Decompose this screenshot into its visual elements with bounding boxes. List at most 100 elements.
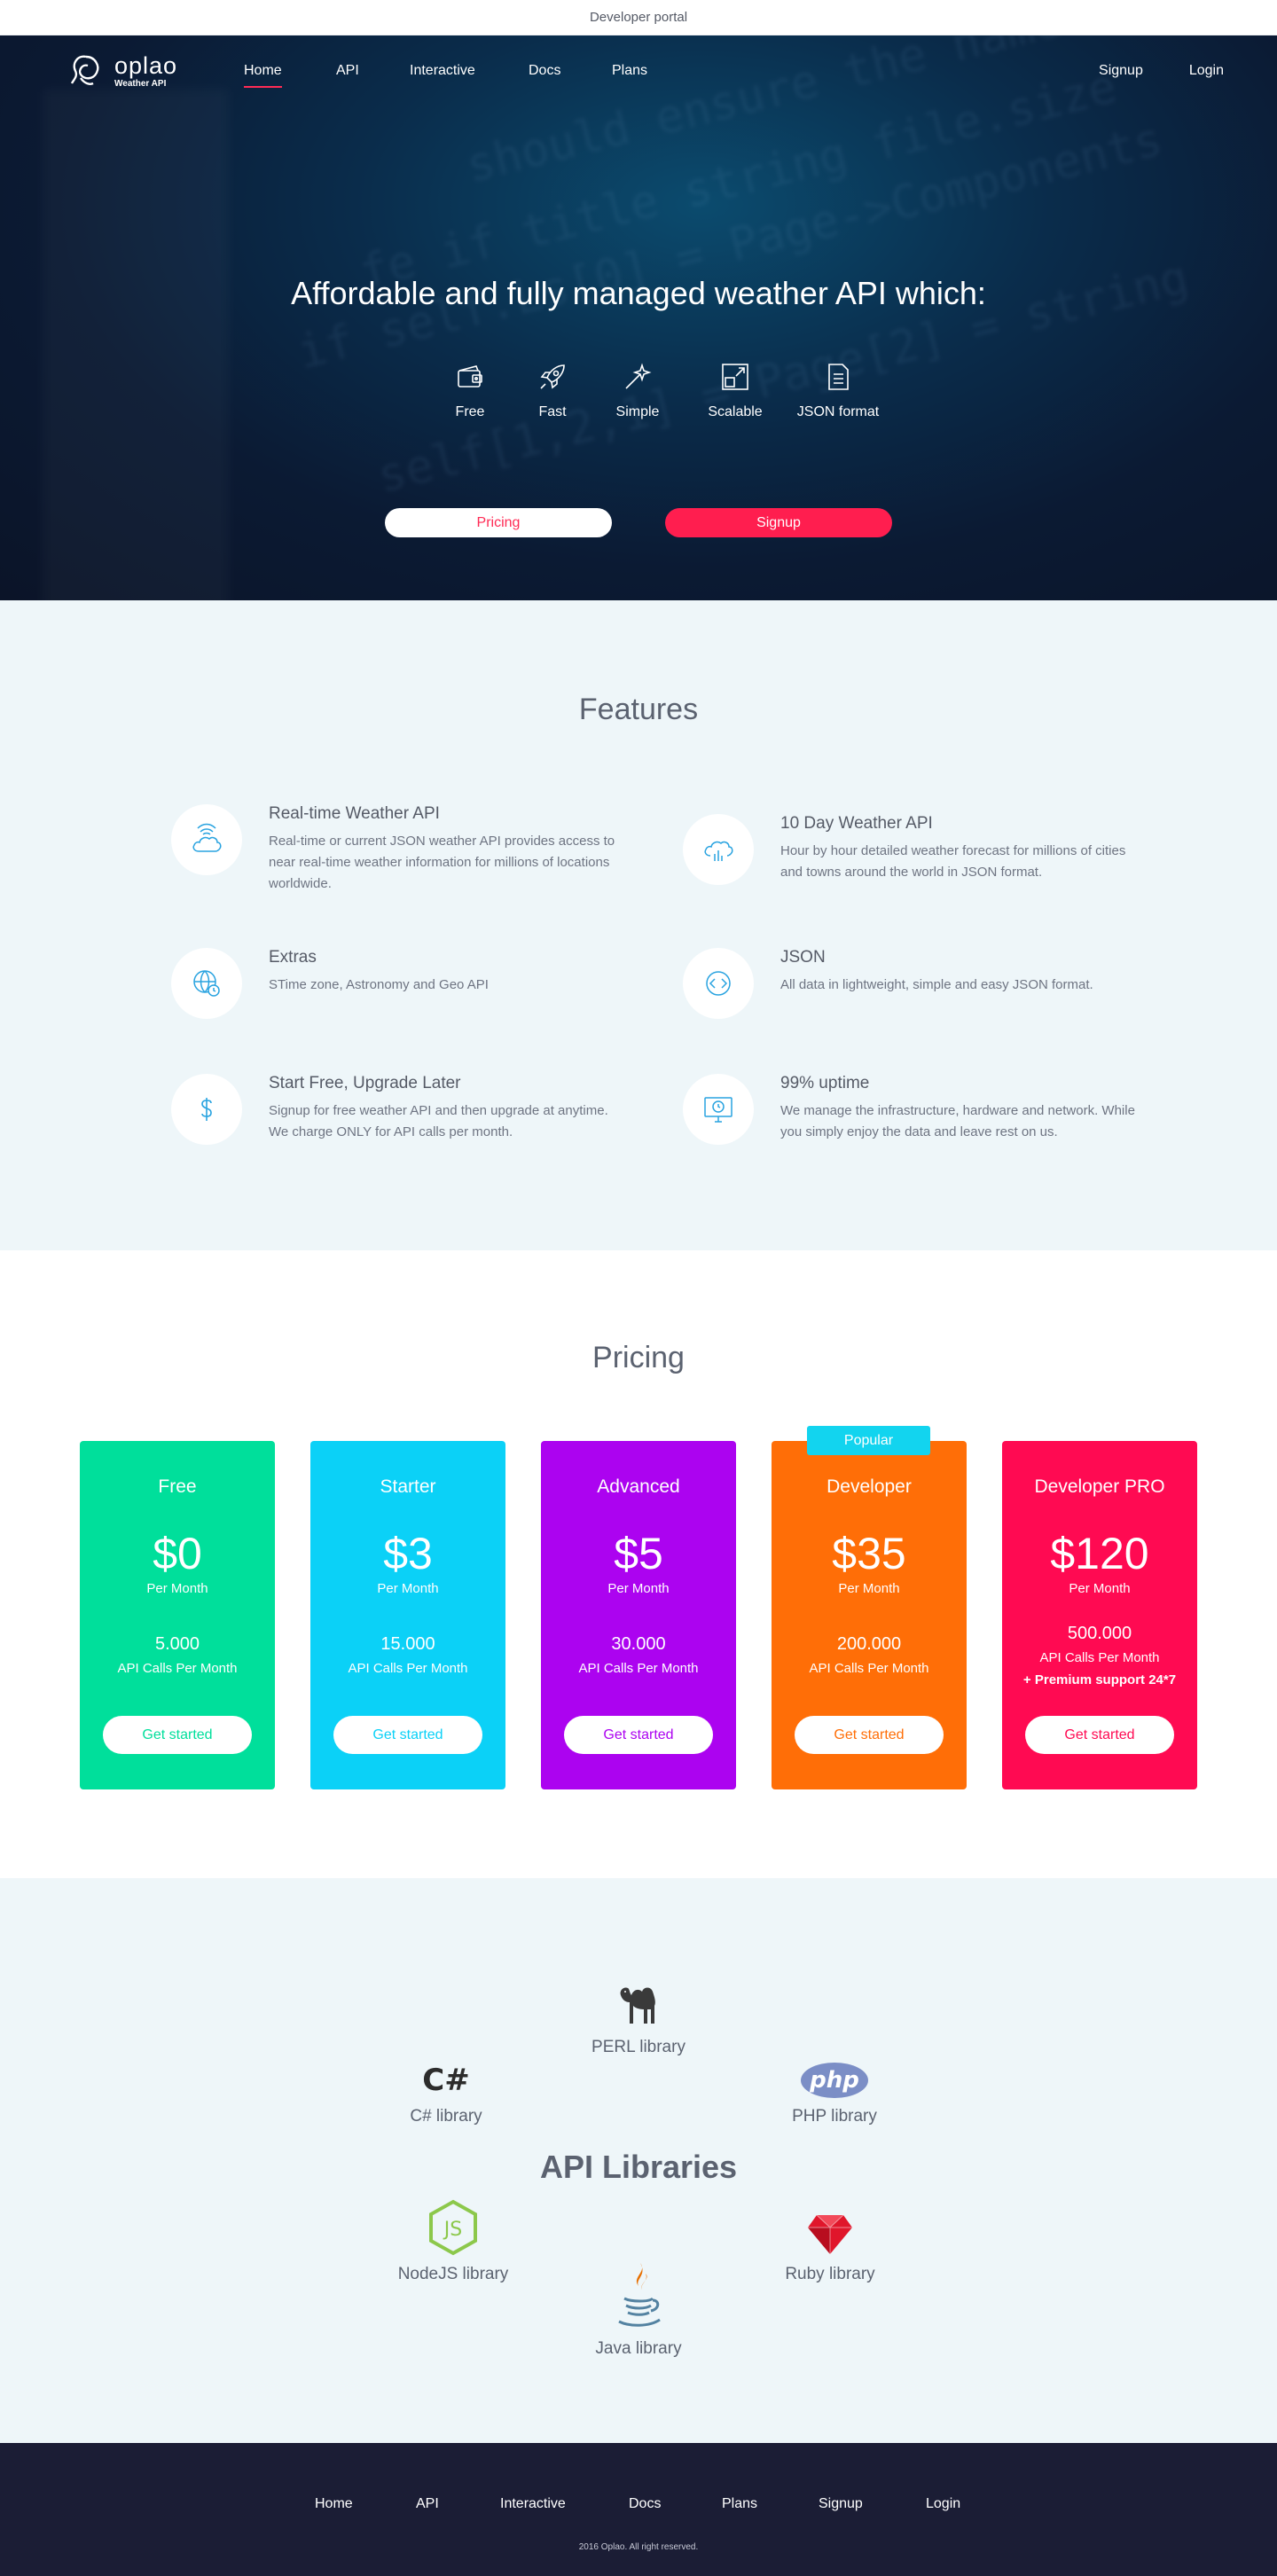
feature-title: 99% uptime [780,1074,870,1092]
feature-icon-circle [171,1074,242,1145]
plan-card-advanced: Advanced $5 Per Month 30.000 API Calls P… [541,1441,736,1789]
plan-calls-label: API Calls Per Month [809,1661,929,1676]
features-title: Features [578,693,699,726]
globe-clock-icon [193,970,220,997]
benefit-free-label: Free [455,404,485,419]
library-java[interactable]: Java library [550,2259,727,2359]
footer-link-login[interactable]: Login [926,2496,960,2512]
benefit-fast-label: Fast [538,404,567,419]
get-started-button[interactable]: Get started [1025,1716,1174,1754]
php-icon: php [801,2063,868,2098]
plan-period: Per Month [1069,1581,1131,1596]
benefit-json-label: JSON format [796,404,880,419]
feature-title: Real-time Weather API [269,804,440,823]
brand-tagline: Weather API [114,78,167,89]
pricing-title: Pricing [592,1341,685,1374]
plan-name: Advanced [597,1476,680,1497]
footer-link-signup[interactable]: Signup [819,2496,863,2512]
get-started-button[interactable]: Get started [795,1716,944,1754]
footer-link-api[interactable]: API [416,2496,439,2512]
wallet-icon [458,365,482,388]
features-section: Features Real-time Weather API Real-time… [0,600,1277,1250]
code-icon [706,971,731,996]
svg-text:JS: JS [443,2219,462,2241]
nodejs-icon: JS [429,2199,477,2256]
expand-icon [722,364,748,390]
nav-plans[interactable]: Plans [612,63,647,79]
library-nodejs[interactable]: JS NodeJS library [364,2199,542,2284]
get-started-button[interactable]: Get started [564,1716,713,1754]
feature-text: All data in lightweight, simple and easy… [780,977,1093,992]
plan-card-starter: Starter $3 Per Month 15.000 API Calls Pe… [310,1441,505,1789]
camel-icon [620,1987,655,2024]
feature-title: Start Free, Upgrade Later [269,1074,461,1092]
plan-calls-label: API Calls Per Month [348,1661,468,1676]
footer: Home API Interactive Docs Plans Signup L… [0,2443,1277,2576]
plan-extra: + Premium support 24*7 [1022,1672,1177,1687]
footer-link-interactive[interactable]: Interactive [500,2496,566,2512]
feature-text: Signup for free weather API and then upg… [269,1103,608,1139]
cloud-wifi-icon [192,823,222,852]
plan-calls: 200.000 [836,1634,902,1654]
feature-icon-circle [683,814,754,885]
footer-link-plans[interactable]: Plans [722,2496,757,2512]
library-perl[interactable]: PERL library [550,1972,727,2057]
library-label: Java library [595,2339,682,2358]
ruby-icon [808,2214,852,2254]
plan-period: Per Month [607,1581,670,1596]
feature-icon-circle [171,948,242,1019]
window-title: Developer portal [589,10,688,25]
window-title-bar: Developer portal [0,0,1277,35]
pricing-section: Pricing Free $0 Per Month 5.000 API Call… [0,1250,1277,1878]
brand-logo[interactable]: oplao Weather API [67,51,177,90]
benefit-simple-label: Simple [615,404,660,419]
plan-price: $5 [614,1529,663,1578]
plan-calls-label: API Calls Per Month [578,1661,699,1676]
library-csharp[interactable]: C# C# library [357,2052,535,2126]
footer-link-home[interactable]: Home [315,2496,353,2512]
library-label: NodeJS library [397,2265,509,2283]
nav-api[interactable]: API [336,63,359,79]
library-label: Ruby library [785,2265,875,2283]
plan-name: Starter [380,1476,436,1497]
hero-background: fe if title string file.size if self.Ls[… [0,35,1277,600]
benefit-simple: Simple [584,362,691,420]
cloud-chart-icon [704,841,733,861]
library-label: C# library [410,2107,482,2126]
feature-text: Hour by hour detailed weather forecast f… [780,843,1126,880]
hero-signup-button[interactable]: Signup [665,508,892,537]
oplao-logo-icon [70,55,99,85]
benefit-scalable-label: Scalable [708,404,763,419]
plan-price: $0 [153,1529,202,1578]
nav-login[interactable]: Login [1189,63,1224,79]
nav-interactive[interactable]: Interactive [410,63,475,79]
libraries-title: API Libraries [539,2149,738,2185]
plan-name: Free [158,1476,197,1497]
plan-calls: 5.000 [154,1634,200,1654]
library-php[interactable]: php PHP library [746,2052,923,2126]
nav-signup[interactable]: Signup [1099,63,1143,79]
plan-period: Per Month [838,1581,900,1596]
monitor-clock-icon [704,1097,733,1123]
plan-name: Developer [827,1476,912,1497]
feature-title: JSON [780,948,826,967]
plan-card-developer-pro: Developer PRO $120 Per Month 500.000 API… [1002,1441,1197,1789]
hero-title: Affordable and fully managed weather API… [291,275,986,311]
feature-text: We manage the infrastructure, hardware a… [780,1103,1135,1139]
plan-period: Per Month [377,1581,439,1596]
plan-period: Per Month [146,1581,208,1596]
get-started-button[interactable]: Get started [333,1716,482,1754]
footer-link-docs[interactable]: Docs [629,2496,661,2512]
feature-title: Extras [269,948,317,967]
library-ruby[interactable]: Ruby library [741,2199,919,2284]
hero-pricing-button[interactable]: Pricing [385,508,612,537]
csharp-icon: C# [422,2063,470,2098]
dollar-icon [201,1098,212,1121]
nav-docs[interactable]: Docs [529,63,560,79]
plan-price: $35 [832,1529,906,1578]
plan-card-free: Free $0 Per Month 5.000 API Calls Per Mo… [80,1441,275,1789]
nav-home[interactable]: Home [244,63,282,88]
get-started-button[interactable]: Get started [103,1716,252,1754]
rocket-icon [540,364,565,389]
feature-icon-circle [683,1074,754,1145]
